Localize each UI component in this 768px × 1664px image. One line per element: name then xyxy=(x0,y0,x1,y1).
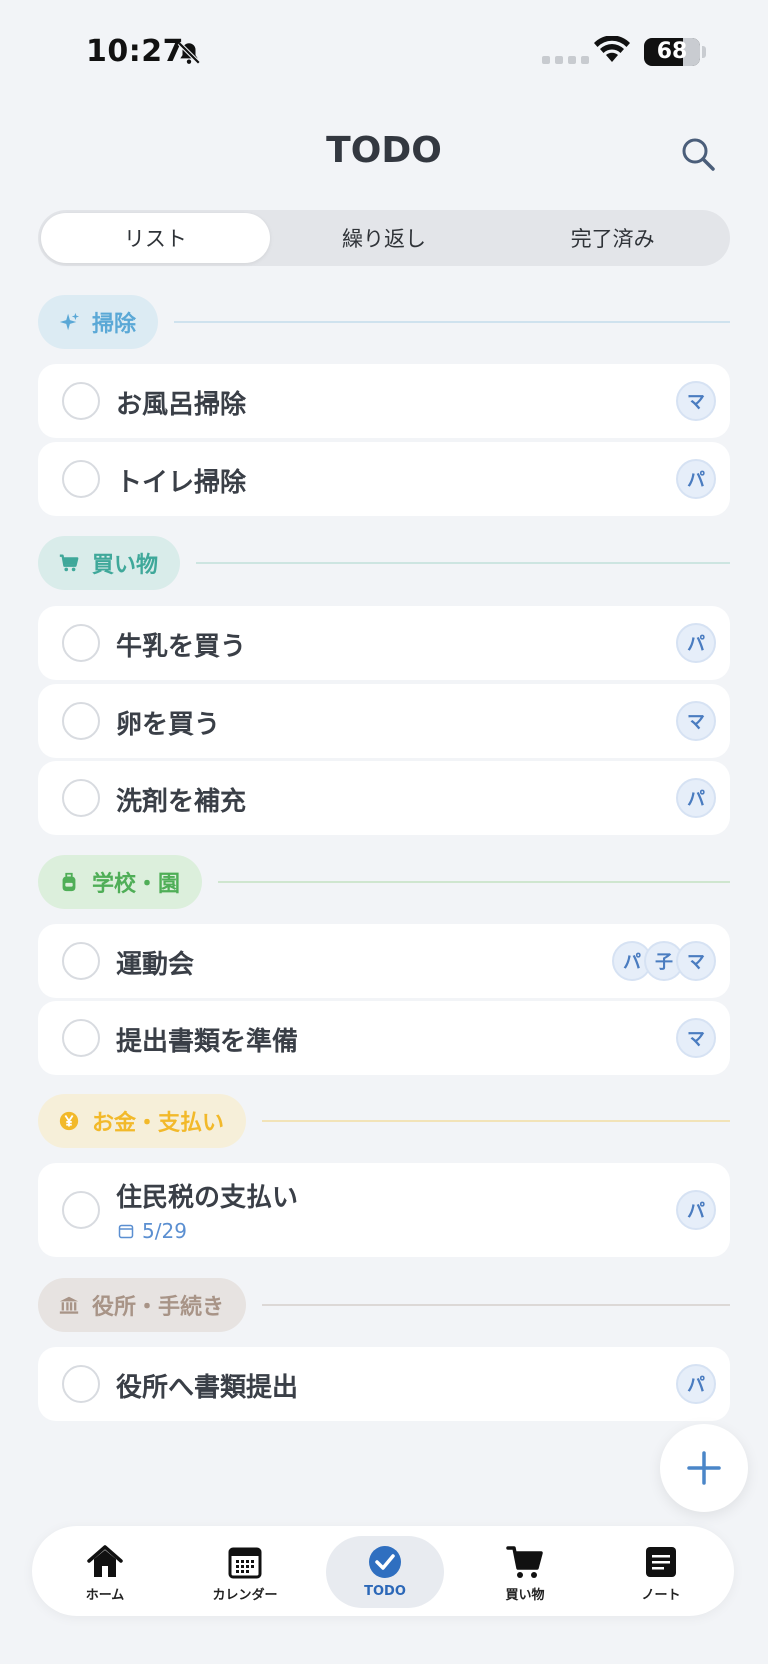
section-pill[interactable]: 掃除 xyxy=(38,295,159,349)
nav-label: TODO xyxy=(364,1584,406,1599)
building-icon xyxy=(59,1296,79,1314)
task-title: 運動会 xyxy=(116,950,195,980)
assignee-avatar: パ xyxy=(676,459,716,499)
nav-shopping[interactable]: 買い物 xyxy=(466,1536,584,1608)
nav-label: ホーム xyxy=(85,1588,125,1603)
plus-icon xyxy=(687,1451,721,1485)
home-icon xyxy=(87,1545,123,1577)
assignee-avatar: パ xyxy=(676,1364,716,1404)
search-icon[interactable] xyxy=(678,134,718,174)
section-cleaning: 掃除 xyxy=(38,295,730,349)
calendar-small-icon xyxy=(118,1224,134,1239)
task-checkbox[interactable] xyxy=(62,460,100,498)
assignee-avatar: パ xyxy=(676,778,716,818)
section-government: 役所・手続き xyxy=(38,1278,730,1332)
cellular-signal-icon xyxy=(542,56,589,64)
calendar-icon xyxy=(228,1547,262,1579)
task-checkbox[interactable] xyxy=(62,382,100,420)
task-checkbox[interactable] xyxy=(62,779,100,817)
task-row[interactable]: 提出書類を準備 マ xyxy=(38,1001,730,1075)
task-due-date: 5/29 xyxy=(118,1219,187,1243)
task-checkbox[interactable] xyxy=(62,624,100,662)
nav-calendar[interactable]: カレンダー xyxy=(186,1536,304,1608)
section-title: 買い物 xyxy=(92,553,159,578)
battery-icon: 68 xyxy=(644,38,700,66)
task-row[interactable]: 牛乳を買う パ xyxy=(38,606,730,680)
view-segmented-control: リスト 繰り返し 完了済み xyxy=(38,210,730,266)
task-row[interactable]: 役所へ書類提出 パ xyxy=(38,1347,730,1421)
backpack-icon xyxy=(62,872,76,892)
task-checkbox[interactable] xyxy=(62,1191,100,1229)
task-checkbox[interactable] xyxy=(62,942,100,980)
sparkle-icon xyxy=(59,312,80,331)
wifi-icon xyxy=(594,36,630,62)
task-row[interactable]: 卵を買う マ xyxy=(38,684,730,758)
nav-todo[interactable]: TODO xyxy=(326,1536,444,1608)
tab-list[interactable]: リスト xyxy=(41,213,270,263)
section-school: 学校・園 xyxy=(38,855,730,909)
task-row[interactable]: 洗剤を補充 パ xyxy=(38,761,730,835)
task-row[interactable]: 住民税の支払い 5/29 パ xyxy=(38,1163,730,1257)
task-title: 牛乳を買う xyxy=(116,632,247,662)
task-checkbox[interactable] xyxy=(62,702,100,740)
battery-level: 68 xyxy=(656,39,688,64)
section-pill[interactable]: 買い物 xyxy=(38,536,181,590)
task-title: お風呂掃除 xyxy=(116,390,247,420)
status-time: 10:27 xyxy=(86,34,184,69)
task-title: 役所へ書類提出 xyxy=(116,1373,299,1403)
task-checkbox[interactable] xyxy=(62,1365,100,1403)
page-title: TODO xyxy=(326,130,442,171)
cart-icon xyxy=(506,1546,543,1578)
due-date-text: 5/29 xyxy=(142,1219,187,1243)
task-row[interactable]: トイレ掃除 パ xyxy=(38,442,730,516)
cart-icon xyxy=(59,554,79,572)
assignee-avatar: パ xyxy=(676,1190,716,1230)
section-pill[interactable]: 役所・手続き xyxy=(38,1278,247,1332)
nav-label: カレンダー xyxy=(212,1588,278,1603)
assignee-avatar: マ xyxy=(676,381,716,421)
assignee-avatar: パ xyxy=(676,623,716,663)
task-checkbox[interactable] xyxy=(62,1019,100,1057)
nav-label: ノート xyxy=(641,1588,681,1603)
assignee-avatar: マ xyxy=(676,941,716,981)
section-shopping: 買い物 xyxy=(38,536,730,590)
section-title: お金・支払い xyxy=(92,1111,225,1136)
section-title: 学校・園 xyxy=(92,872,181,897)
section-money: お金・支払い xyxy=(38,1094,730,1148)
task-row[interactable]: 運動会 マ 子 パ xyxy=(38,924,730,998)
add-task-button[interactable] xyxy=(660,1424,748,1512)
check-circle-icon xyxy=(369,1546,401,1578)
task-title: 洗剤を補充 xyxy=(116,787,247,817)
task-title: 提出書類を準備 xyxy=(116,1027,299,1057)
task-title: トイレ掃除 xyxy=(116,468,247,498)
nav-notes[interactable]: ノート xyxy=(602,1536,720,1608)
bottom-navigation: ホーム カレンダー TODO 買い物 ノート xyxy=(32,1526,734,1616)
tab-completed[interactable]: 完了済み xyxy=(498,213,727,263)
bell-muted-icon xyxy=(177,41,201,65)
task-title: 卵を買う xyxy=(116,710,221,740)
status-bar: 10:27 68 xyxy=(0,0,768,100)
nav-label: 買い物 xyxy=(505,1588,545,1603)
section-title: 役所・手続き xyxy=(92,1295,225,1320)
yen-icon xyxy=(59,1111,79,1131)
section-pill[interactable]: お金・支払い xyxy=(38,1094,247,1148)
assignee-avatar: マ xyxy=(676,1018,716,1058)
tab-recurring[interactable]: 繰り返し xyxy=(270,213,499,263)
note-icon xyxy=(646,1547,676,1577)
section-pill[interactable]: 学校・園 xyxy=(38,855,203,909)
task-title: 住民税の支払い xyxy=(116,1183,299,1213)
task-row[interactable]: お風呂掃除 マ xyxy=(38,364,730,438)
nav-home[interactable]: ホーム xyxy=(46,1536,164,1608)
section-title: 掃除 xyxy=(92,312,137,337)
assignee-avatar: マ xyxy=(676,701,716,741)
